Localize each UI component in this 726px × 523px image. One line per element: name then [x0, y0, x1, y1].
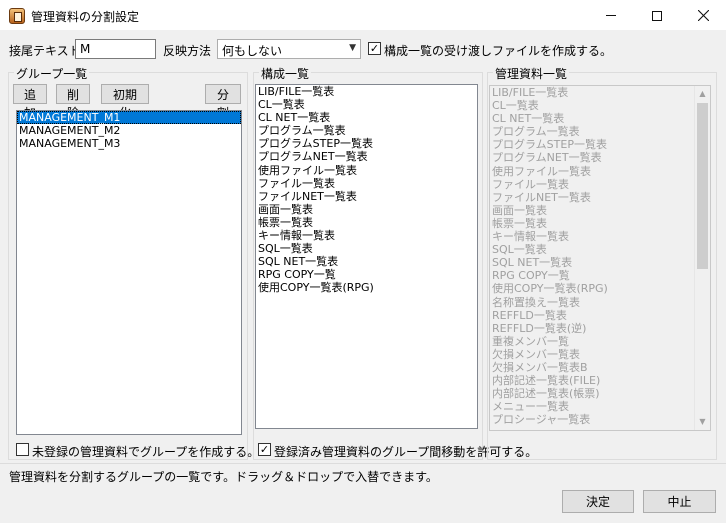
status-bar: 管理資料を分割するグループの一覧です。ドラッグ＆ドロップで入替できます。 — [0, 463, 726, 485]
list-item[interactable]: CL NET一覧表 — [490, 112, 710, 125]
list-item[interactable]: CL一覧表 — [256, 98, 477, 111]
list-item[interactable]: 画面一覧表 — [256, 203, 477, 216]
maximize-icon — [652, 10, 662, 21]
reflect-label: 反映方法 — [163, 44, 212, 58]
management-scrollbar[interactable]: ▲ ▼ — [694, 86, 710, 430]
list-item[interactable]: メニュー一覧表 — [490, 400, 710, 413]
list-item[interactable]: CL一覧表 — [490, 99, 710, 112]
list-item[interactable]: プログラムNET一覧表 — [256, 150, 477, 163]
suffix-label: 接尾テキスト — [9, 44, 81, 58]
maximize-button[interactable] — [634, 0, 680, 31]
list-item[interactable]: MANAGEMENT_M1 — [17, 111, 241, 125]
list-item[interactable]: 使用ファイル一覧表 — [490, 165, 710, 178]
minimize-button[interactable] — [588, 0, 634, 31]
split-button[interactable]: 分割 — [205, 84, 241, 120]
management-listbox[interactable]: LIB/FILE一覧表 CL一覧表 CL NET一覧表 プログラム一覧表 プログラムST… — [489, 85, 711, 431]
scroll-thumb[interactable] — [697, 103, 708, 269]
list-item[interactable]: 画面一覧表 — [490, 204, 710, 217]
list-item[interactable]: 内部記述一覧表(FILE) — [490, 374, 710, 387]
list-item[interactable]: 帳票一覧表 — [490, 217, 710, 230]
list-item[interactable]: ファイル一覧表 — [256, 177, 477, 190]
list-item[interactable]: 使用COPY一覧表(RPG) — [256, 281, 477, 294]
list-item[interactable]: REFFLD一覧表 — [490, 309, 710, 322]
list-item[interactable]: 内部記述一覧表(帳票) — [490, 387, 710, 400]
ok-button[interactable]: 決定 — [562, 490, 634, 513]
list-item[interactable]: 使用COPY一覧表(RPG) — [490, 282, 710, 295]
management-title: 管理資料一覧 — [493, 65, 570, 82]
list-item[interactable]: SQL一覧表 — [490, 243, 710, 256]
list-item[interactable]: キー情報一覧表 — [490, 230, 710, 243]
list-item[interactable]: REFFLD一覧表(逆) — [490, 322, 710, 335]
group-listbox[interactable]: MANAGEMENT_M1 MANAGEMENT_M2 MANAGEMENT_M3 — [16, 110, 242, 435]
group-list-title: グループ一覧 — [14, 65, 90, 82]
list-item[interactable]: キー情報一覧表 — [256, 229, 477, 242]
composition-title: 構成一覧 — [259, 65, 312, 82]
list-item[interactable]: 欠損メンバ一覧表B — [490, 361, 710, 374]
list-item[interactable]: プログラムNET一覧表 — [490, 151, 710, 164]
unregistered-label: 未登録の管理資料でグループを作成する。 — [32, 445, 260, 459]
list-item[interactable]: ファイルNET一覧表 — [490, 191, 710, 204]
list-item[interactable]: MANAGEMENT_M3 — [17, 137, 241, 150]
chevron-down-icon: ▼ — [349, 43, 356, 53]
title-bar: 管理資料の分割設定 — [0, 0, 726, 31]
list-item[interactable]: LIB/FILE一覧表 — [256, 85, 477, 98]
list-item[interactable]: RPG COPY一覧 — [490, 269, 710, 282]
list-item[interactable]: 重複メンバ一覧 — [490, 335, 710, 348]
list-item[interactable]: RPG COPY一覧 — [256, 268, 477, 281]
reflect-method-select[interactable]: 何もしない ▼ — [217, 39, 361, 59]
list-item[interactable]: プログラム一覧表 — [490, 125, 710, 138]
suffix-input[interactable] — [75, 39, 156, 59]
list-item[interactable]: ファイルNET一覧表 — [256, 190, 477, 203]
list-item[interactable]: ファイル一覧表 — [490, 178, 710, 191]
list-item[interactable]: プログラムSTEP一覧表 — [490, 138, 710, 151]
window-title: 管理資料の分割設定 — [31, 10, 140, 24]
close-icon — [697, 10, 709, 21]
close-button[interactable] — [680, 0, 726, 31]
create-file-checkbox[interactable]: ✓ — [368, 42, 381, 55]
reset-groups-button[interactable]: 初期化 — [101, 84, 149, 120]
list-item[interactable]: 帳票一覧表 — [256, 216, 477, 229]
list-item[interactable]: SQL NET一覧表 — [256, 255, 477, 268]
list-item[interactable]: LIB/FILE一覧表 — [490, 86, 710, 99]
cancel-button[interactable]: 中止 — [643, 490, 716, 513]
list-item[interactable]: 使用ファイル一覧表 — [256, 164, 477, 177]
composition-listbox[interactable]: LIB/FILE一覧表 CL一覧表 CL NET一覧表 プログラム一覧表 プログラムST… — [255, 84, 478, 429]
unregistered-checkbox[interactable] — [16, 443, 29, 456]
scroll-up-icon[interactable]: ▲ — [695, 86, 710, 102]
status-text: 管理資料を分割するグループの一覧です。ドラッグ＆ドロップで入替できます。 — [9, 470, 438, 484]
list-item[interactable]: MANAGEMENT_M2 — [17, 124, 241, 137]
list-item[interactable]: CL NET一覧表 — [256, 111, 477, 124]
scroll-down-icon[interactable]: ▼ — [695, 414, 710, 430]
list-item[interactable]: プロシージャ一覧表 — [490, 413, 710, 426]
reflect-method-value: 何もしない — [222, 44, 283, 58]
list-item[interactable]: 名称置換え一覧表 — [490, 296, 710, 309]
allow-move-checkbox[interactable]: ✓ — [258, 443, 271, 456]
add-group-button[interactable]: 追加 — [13, 84, 47, 120]
delete-group-button[interactable]: 削除 — [56, 84, 90, 120]
app-icon — [9, 8, 25, 24]
create-file-label: 構成一覧の受け渡しファイルを作成する。 — [384, 44, 613, 58]
list-item[interactable]: SQL一覧表 — [256, 242, 477, 255]
list-item[interactable]: プログラムSTEP一覧表 — [256, 137, 477, 150]
list-item[interactable]: SQL NET一覧表 — [490, 256, 710, 269]
list-item[interactable]: 欠損メンバ一覧表 — [490, 348, 710, 361]
minimize-icon — [606, 15, 616, 16]
list-item[interactable]: プログラム一覧表 — [256, 124, 477, 137]
